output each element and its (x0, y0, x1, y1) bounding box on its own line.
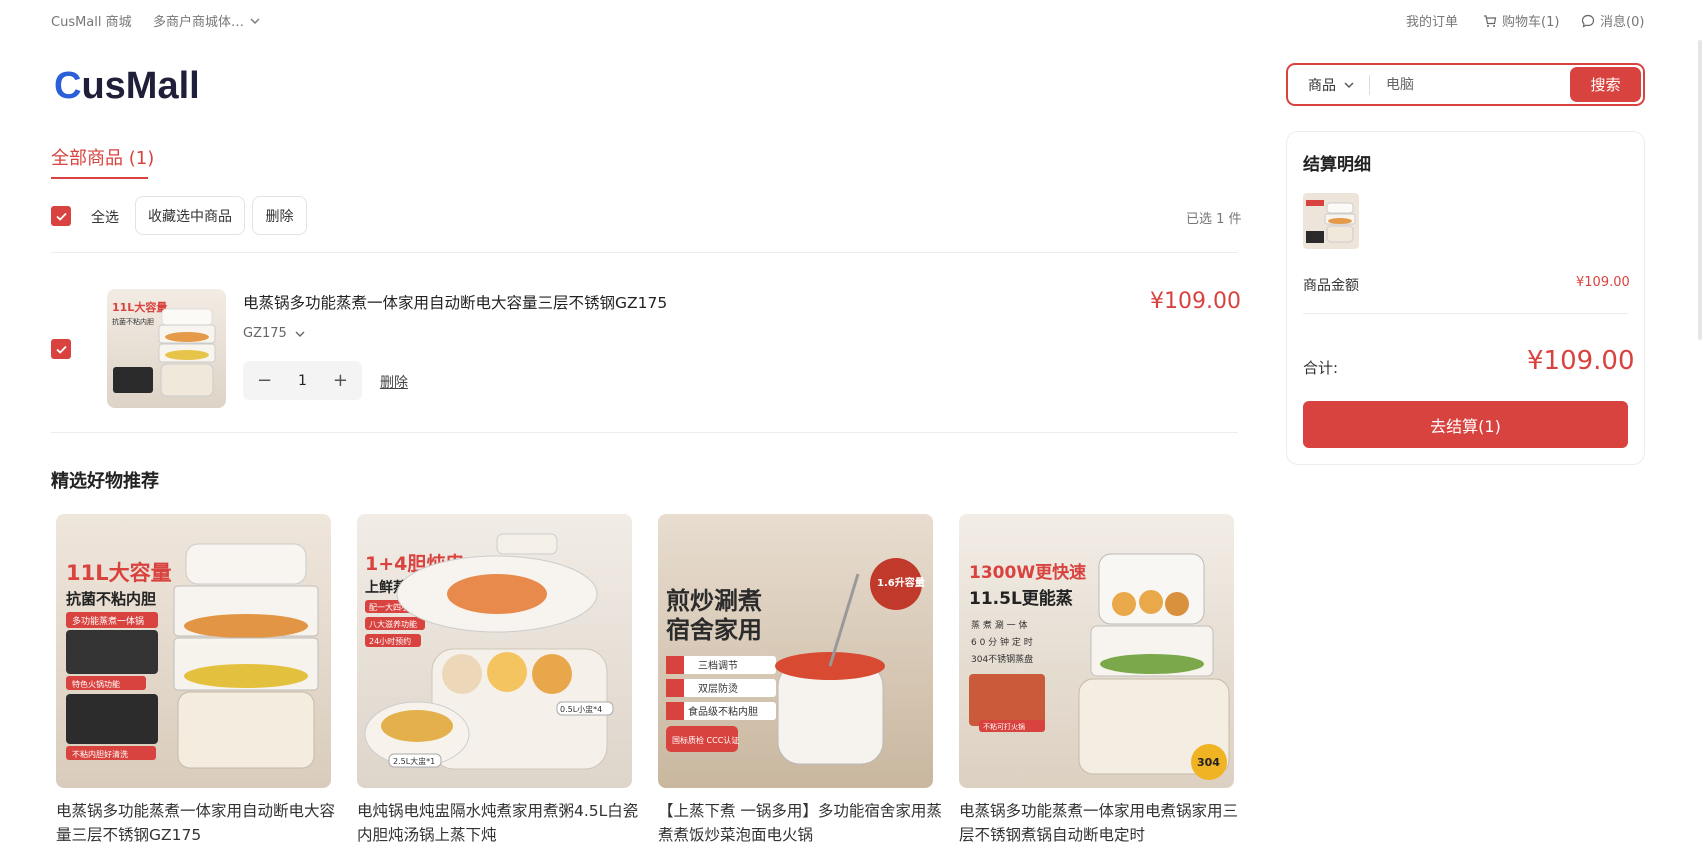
select-all-checkbox[interactable] (51, 206, 71, 226)
card-subline: 抗菌不粘内胆 (66, 590, 156, 608)
card-headline: 1300W更快速 (969, 562, 1086, 583)
card-tag: 多功能蒸煮一体锅 (72, 615, 144, 627)
card-label: 0.5L小盅*4 (560, 705, 602, 714)
cart-icon (1484, 14, 1497, 27)
card-tag: 八大滋养功能 (369, 619, 417, 629)
cart-item-price: ¥109.00 (1150, 289, 1241, 314)
store-selector[interactable]: 多商户商城体… (153, 11, 261, 30)
card-headline: 煎炒涮煮 (666, 587, 762, 615)
message-icon (1581, 14, 1595, 28)
minus-icon[interactable]: − (257, 371, 272, 390)
card-tag: 6 0 分 钟 定 时 (971, 636, 1033, 648)
product-card[interactable]: 1+4胆炖盅 上鲜蒸下精炖 配一大四小白瓷盅 八大滋养功能 24小时预约 2.5… (357, 514, 638, 847)
divider (51, 252, 1238, 253)
recommendations-title: 精选好物推荐 (51, 471, 159, 492)
product-name[interactable]: 电蒸锅多功能蒸煮一体家用自动断电大容量三层不锈钢GZ175 (56, 799, 346, 847)
card-cert: 国标质检 CCC认证 (672, 735, 739, 745)
total-value: ¥109.00 (1527, 346, 1635, 376)
cart-item-title[interactable]: 电蒸锅多功能蒸煮一体家用自动断电大容量三层不锈钢GZ175 (243, 291, 667, 313)
my-orders-link[interactable]: 我的订单 (1406, 11, 1458, 30)
top-bar: CusMall 商城 多商户商城体… 我的订单 购物车(1) 消息(0) (0, 0, 1703, 38)
goods-amount-value: ¥109.00 (1576, 275, 1630, 290)
product-name[interactable]: 电炖锅电炖盅隔水炖煮家用煮粥4.5L白瓷内胆炖汤锅上蒸下炖 (357, 799, 647, 847)
quantity-stepper: − 1 + (243, 361, 362, 400)
card-tag: 304不锈钢蒸盘 (971, 653, 1033, 665)
tab-all-goods[interactable]: 全部商品 (1) (51, 144, 154, 170)
site-name-link[interactable]: CusMall 商城 (51, 11, 132, 30)
card-tag: 不粘内胆好清洗 (72, 749, 128, 759)
messages-link[interactable]: 消息(0) (1581, 11, 1644, 30)
thumb-headline: 11L大容量 (112, 300, 167, 314)
card-tag: 食品级不粘内胆 (688, 705, 758, 718)
chevron-down-icon (295, 331, 305, 337)
product-card[interactable]: 1300W更快速 11.5L更能蒸 蒸 煮 涮 一 体 6 0 分 钟 定 时 … (959, 514, 1238, 847)
product-image[interactable]: 1300W更快速 11.5L更能蒸 蒸 煮 涮 一 体 6 0 分 钟 定 时 … (959, 514, 1234, 788)
card-tag: 双层防烫 (698, 682, 738, 695)
thumb-subline: 抗菌不粘内胆 (112, 317, 154, 326)
card-headline: 11L大容量 (66, 561, 172, 585)
card-tag: 三档调节 (698, 659, 738, 672)
total-label: 合计: (1303, 359, 1339, 377)
search-bar: 商品 搜索 (1286, 63, 1645, 106)
chevron-down-icon (1344, 82, 1354, 88)
search-input[interactable] (1370, 76, 1570, 93)
summary-thumbnail[interactable] (1303, 193, 1359, 249)
select-all-label[interactable]: 全选 (91, 207, 119, 227)
summary-title: 结算明细 (1303, 155, 1371, 175)
cart-item-thumbnail[interactable]: 11L大容量 抗菌不粘内胆 (107, 289, 226, 408)
checkmark-icon (55, 212, 67, 221)
card-subline: 11.5L更能蒸 (969, 588, 1073, 609)
product-card[interactable]: 11L大容量 抗菌不粘内胆 多功能蒸煮一体锅 特色火锅功能 不粘内胆好清洗 电蒸… (56, 514, 335, 847)
goods-amount-label: 商品金额 (1303, 278, 1359, 294)
card-badge: 1.6升容量 (877, 576, 925, 589)
checkmark-icon (55, 345, 67, 354)
card-tag: 特色火锅功能 (72, 679, 120, 689)
product-image[interactable]: 11L大容量 抗菌不粘内胆 多功能蒸煮一体锅 特色火锅功能 不粘内胆好清洗 (56, 514, 331, 788)
product-card[interactable]: 煎炒涮煮 宿舍家用 三档调节 双层防烫 食品级不粘内胆 国标质检 CCC认证 1… (658, 514, 942, 847)
product-image[interactable]: 煎炒涮煮 宿舍家用 三档调节 双层防烫 食品级不粘内胆 国标质检 CCC认证 1… (658, 514, 933, 788)
favorite-selected-button[interactable]: 收藏选中商品 (135, 196, 245, 235)
plus-icon[interactable]: + (333, 371, 348, 390)
product-name[interactable]: 电蒸锅多功能蒸煮一体家用电煮锅家用三层不锈钢煮锅自动断电定时 (959, 799, 1249, 847)
checkout-button[interactable]: 去结算(1) (1303, 401, 1628, 448)
product-image[interactable]: 1+4胆炖盅 上鲜蒸下精炖 配一大四小白瓷盅 八大滋养功能 24小时预约 2.5… (357, 514, 632, 788)
delete-selected-button[interactable]: 删除 (252, 196, 307, 235)
tab-underline (51, 177, 148, 179)
card-label: 2.5L大盅*1 (393, 756, 435, 766)
card-badge: 304 (1197, 756, 1220, 769)
divider (51, 432, 1238, 433)
card-tag: 24小时预约 (369, 636, 411, 646)
search-button[interactable]: 搜索 (1570, 67, 1641, 102)
cart-item-variant[interactable]: GZ175 (243, 326, 306, 341)
divider (1303, 313, 1628, 314)
item-checkbox[interactable] (51, 339, 71, 359)
selected-count: 已选 1 件 (1186, 212, 1242, 227)
chevron-down-icon (250, 18, 260, 24)
product-name[interactable]: 【上蒸下煮 一锅多用】多功能宿舍家用蒸煮煮饭炒菜泡面电火锅 (658, 799, 948, 847)
card-subline: 宿舍家用 (666, 616, 762, 644)
cart-link[interactable]: 购物车(1) (1483, 11, 1559, 30)
scrollbar[interactable] (1698, 40, 1702, 340)
logo[interactable]: CusMall (54, 64, 200, 108)
search-category-select[interactable]: 商品 (1288, 74, 1370, 95)
card-tag: 不粘可打火锅 (983, 722, 1025, 731)
item-delete-link[interactable]: 删除 (380, 372, 408, 392)
card-tag: 蒸 煮 涮 一 体 (971, 619, 1027, 631)
quantity-value[interactable]: 1 (298, 373, 307, 389)
